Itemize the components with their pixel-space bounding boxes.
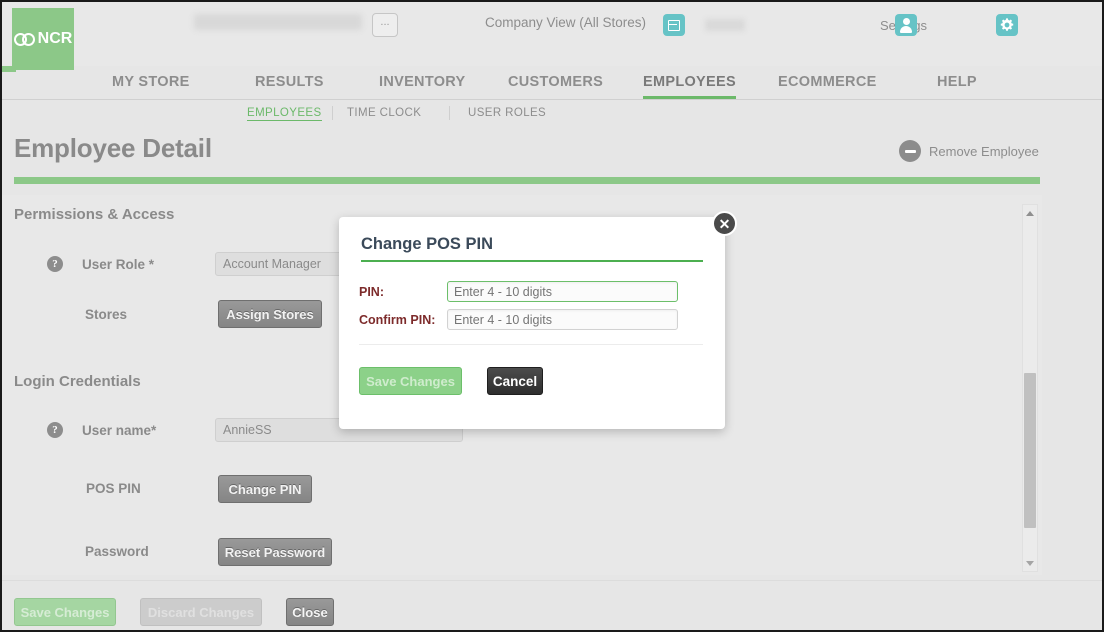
- sub-navigation: EMPLOYEES TIME CLOCK USER ROLES: [2, 101, 1102, 130]
- nav-item-employees[interactable]: EMPLOYEES: [643, 74, 736, 99]
- ncr-logo[interactable]: NCR: [12, 8, 74, 70]
- field-label-pos-pin: POS PIN: [86, 481, 141, 496]
- subnav-divider-1: [332, 106, 333, 120]
- nav-item-my-store[interactable]: MY STORE: [112, 74, 190, 99]
- main-navigation: MY STORE RESULTS INVENTORY CUSTOMERS EMP…: [2, 66, 1102, 100]
- app-header: NCR ... Company View (All Stores) Settin…: [2, 2, 1102, 70]
- dialog-divider: [359, 344, 703, 345]
- subnav-item-time-clock[interactable]: TIME CLOCK: [347, 107, 421, 119]
- remove-employee-label: Remove Employee: [929, 143, 1039, 159]
- nav-item-results[interactable]: RESULTS: [255, 74, 324, 99]
- confirm-pin-input[interactable]: [447, 309, 678, 330]
- title-rule: [14, 177, 1040, 184]
- gear-glyph: [1000, 18, 1014, 31]
- scroll-down-arrow-icon[interactable]: [1023, 556, 1037, 570]
- store-name-redacted: [194, 14, 362, 30]
- store-selector-ellipsis-button[interactable]: ...: [372, 13, 398, 37]
- store-label-redacted: [705, 19, 745, 31]
- change-pin-button[interactable]: Change PIN: [218, 475, 312, 503]
- subnav-divider-2: [449, 106, 450, 120]
- nav-item-inventory[interactable]: INVENTORY: [379, 74, 466, 99]
- pin-input[interactable]: [447, 281, 678, 302]
- help-question-icon-user-role[interactable]: ?: [47, 256, 63, 272]
- subnav-item-user-roles[interactable]: USER ROLES: [468, 107, 546, 119]
- nav-accent-block: [2, 66, 16, 72]
- close-button[interactable]: Close: [286, 598, 334, 626]
- scrollbar-thumb[interactable]: [1024, 373, 1036, 528]
- footer-action-bar: Save Changes Discard Changes Close: [2, 580, 1102, 630]
- logo-ring-second: [21, 32, 35, 46]
- application-window: NCR ... Company View (All Stores) Settin…: [0, 0, 1104, 632]
- ncr-interlocking-rings-logo-icon: NCR: [13, 30, 73, 48]
- minus-bar: [904, 149, 916, 153]
- company-view-label[interactable]: Company View (All Stores): [485, 15, 646, 30]
- nav-item-ecommerce[interactable]: ECOMMERCE: [778, 74, 877, 99]
- reset-password-button[interactable]: Reset Password: [218, 538, 332, 566]
- field-label-user-name: User name*: [82, 423, 157, 438]
- confirm-pin-label: Confirm PIN:: [359, 313, 436, 327]
- dialog-title-rule: [361, 260, 703, 262]
- save-changes-button[interactable]: Save Changes: [14, 598, 116, 626]
- avatar-body: [900, 26, 912, 33]
- dialog-title: Change POS PIN: [361, 235, 494, 253]
- content-scrollbar[interactable]: [1022, 204, 1038, 572]
- field-label-password: Password: [85, 544, 149, 559]
- help-question-icon-user-name[interactable]: ?: [47, 422, 63, 438]
- gear-icon[interactable]: [996, 14, 1018, 36]
- nav-item-customers[interactable]: CUSTOMERS: [508, 74, 603, 99]
- page-title: Employee Detail: [14, 133, 212, 163]
- ellipsis-label: ...: [380, 16, 390, 28]
- avatar-head: [902, 18, 910, 25]
- change-pos-pin-dialog: Change POS PIN PIN: Confirm PIN: Save Ch…: [339, 217, 725, 429]
- assign-stores-button[interactable]: Assign Stores: [218, 300, 322, 328]
- dialog-cancel-button[interactable]: Cancel: [487, 367, 543, 395]
- scroll-up-arrow-icon[interactable]: [1023, 206, 1037, 220]
- logo-text: NCR: [37, 30, 73, 47]
- dialog-save-changes-button[interactable]: Save Changes: [359, 367, 462, 395]
- minus-circle-icon: [899, 140, 921, 162]
- subnav-item-employees[interactable]: EMPLOYEES: [247, 107, 322, 121]
- scroll-up-glyph: [1026, 210, 1034, 216]
- field-label-stores: Stores: [85, 307, 128, 322]
- discard-changes-button[interactable]: Discard Changes: [140, 598, 262, 626]
- user-avatar-icon[interactable]: [895, 14, 917, 36]
- nav-item-help[interactable]: HELP: [937, 74, 977, 99]
- close-x-circle-icon[interactable]: ✕: [712, 211, 737, 236]
- scroll-down-glyph: [1026, 560, 1034, 566]
- store-register-glyph: [668, 19, 680, 31]
- store-register-icon[interactable]: [663, 14, 685, 36]
- pin-label: PIN:: [359, 285, 384, 299]
- field-label-user-role: User Role *: [82, 257, 155, 272]
- section-heading-login: Login Credentials: [14, 373, 141, 390]
- remove-employee-button[interactable]: Remove Employee: [899, 140, 1039, 162]
- section-heading-permissions: Permissions & Access: [14, 206, 175, 223]
